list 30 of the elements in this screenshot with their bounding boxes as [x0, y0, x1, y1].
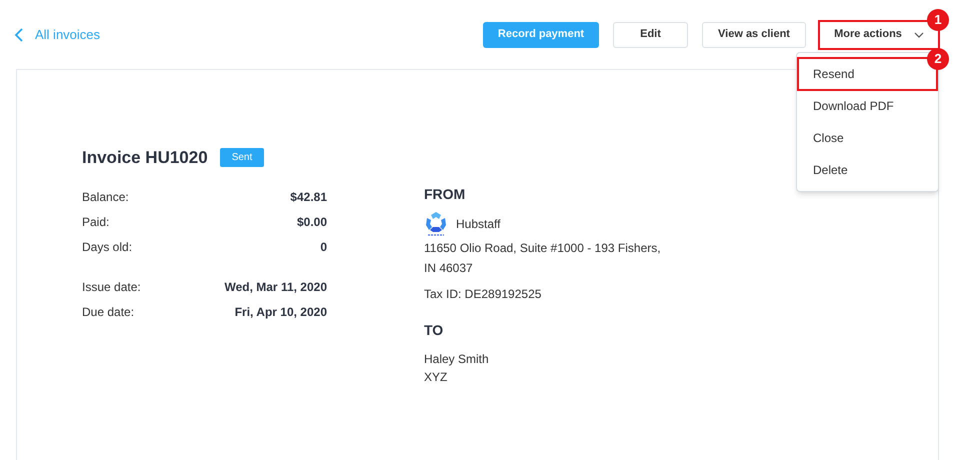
field-value: Wed, Mar 11, 2020 [224, 279, 327, 296]
field-label: Days old: [82, 239, 132, 256]
action-button[interactable]: View as client [702, 22, 806, 48]
section-heading: FROM [424, 185, 466, 204]
address-line: 11650 Olio Road, Suite #1000 - 193 Fishers, [424, 240, 661, 257]
callout-badge: 2 [927, 48, 949, 70]
logo-icon [424, 211, 448, 237]
recipient-line: XYZ [424, 369, 448, 386]
field-value: Fri, Apr 10, 2020 [234, 304, 327, 321]
menu-item[interactable]: Close [797, 122, 938, 154]
field-label: Due date: [82, 304, 134, 321]
menu-item[interactable]: Delete [797, 154, 938, 186]
invoice-title: Invoice HU1020 [82, 147, 208, 169]
field-value: $0.00 [296, 214, 327, 231]
chevron-left-icon [14, 28, 23, 42]
field-label: Paid: [82, 214, 110, 231]
field-label: Issue date: [82, 279, 141, 296]
field-value: $42.81 [290, 189, 327, 206]
section-heading: TO [424, 321, 444, 340]
menu-item[interactable]: Download PDF [797, 90, 938, 122]
field-value: 0 [320, 239, 327, 256]
recipient-line: Haley Smith [424, 351, 490, 368]
company-name: Hubstaff [456, 216, 500, 233]
action-button[interactable]: Edit [613, 22, 688, 48]
chevron-down-icon [914, 32, 924, 38]
callout-badge: 1 [927, 9, 949, 31]
field-label: Balance: [82, 189, 129, 206]
address-line: IN 46037 [424, 260, 474, 277]
status-badge: Sent [220, 148, 264, 168]
tax-id: Tax ID: DE289192525 [424, 286, 542, 303]
